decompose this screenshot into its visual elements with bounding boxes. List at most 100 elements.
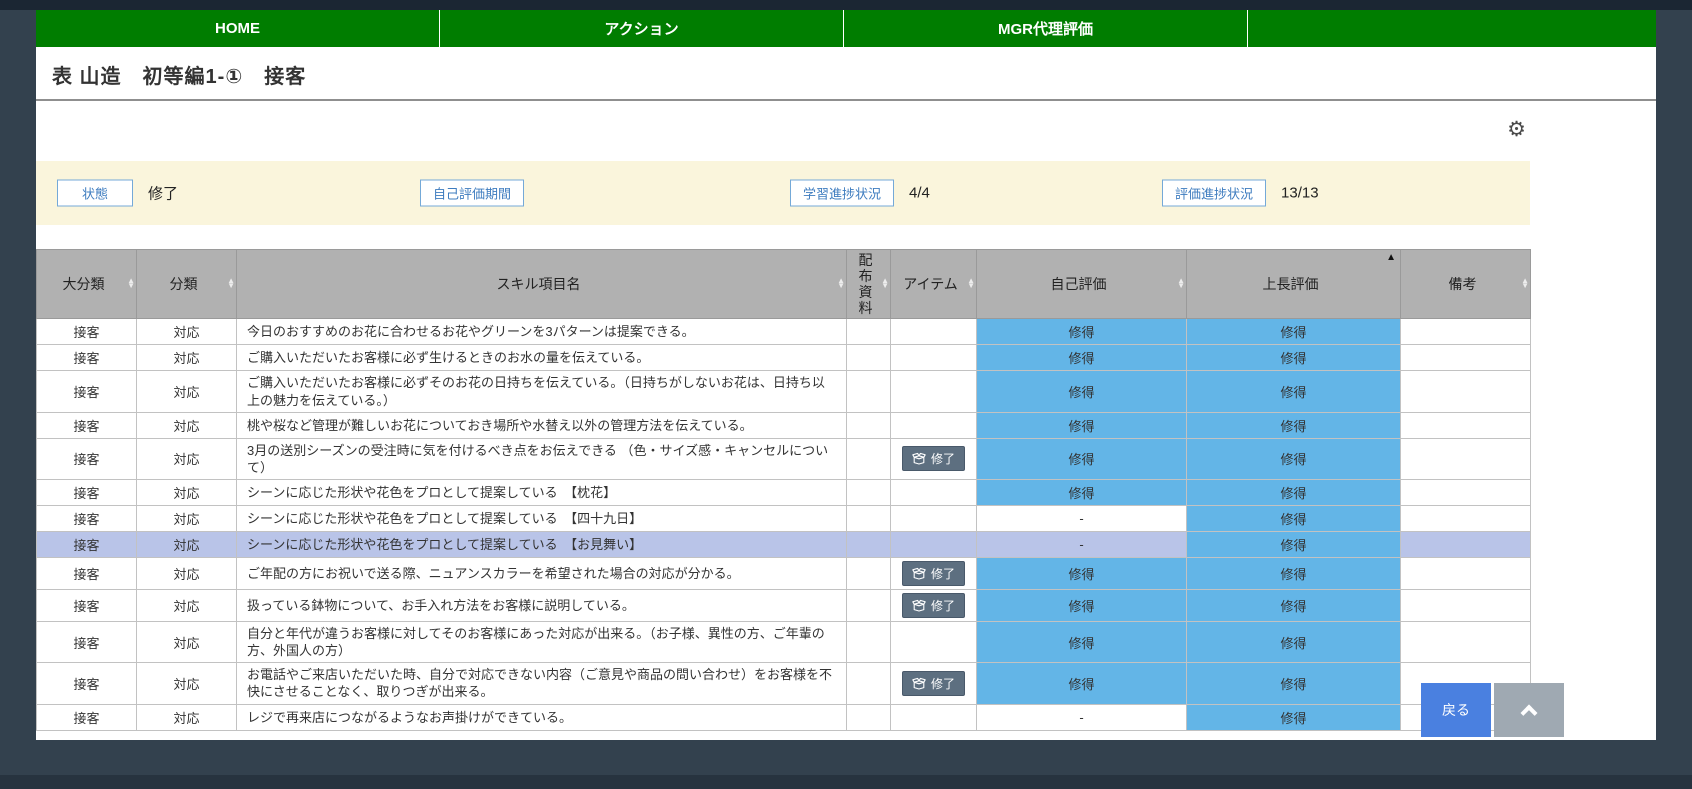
scroll-top-button[interactable] — [1494, 683, 1564, 737]
skill-table: 大分類 ▲ ▼ 分類 ▲ ▼ スキル項目名 ▲ ▼ 配布資料 ▲ ▼ アイテム ▲ ▼ 自己評価 ▲ ▼ 上長評価 ▲… — [36, 248, 1531, 731]
column-header-label: 自己評価 — [1050, 276, 1107, 293]
cell-skill-name: 3月の送別シーズンの受注時に気を付けるべき点をお伝えできる （色・サイズ感・キャ… — [236, 437, 847, 481]
column-header-1[interactable]: 分類 ▲ ▼ — [136, 248, 237, 320]
cell-self-eval: 修得 — [976, 557, 1187, 590]
item-button-label: 修了 — [930, 567, 955, 581]
cell-item — [890, 318, 977, 346]
cell-remarks — [1400, 479, 1531, 506]
table-row[interactable]: 接客 対応 レジで再来店につながるようなお声掛けができている。 - 修得 — [36, 703, 1531, 731]
cell-skill-name: ご購入いただいたお客様に必ず生けるときのお水の量を伝えている。 — [236, 344, 847, 372]
sort-ascending-icon: ▲ — [1386, 252, 1396, 263]
cell-remarks — [1400, 557, 1531, 590]
cell-major-category: 接客 — [36, 479, 137, 506]
back-button[interactable]: 戻る — [1421, 683, 1491, 737]
cell-skill-name: 今日のおすすめのお花に合わせるお花やグリーンを3パターンは提案できる。 — [236, 318, 847, 346]
bottom-strip — [0, 775, 1692, 789]
cell-major-category: 接客 — [36, 589, 137, 622]
cell-category: 対応 — [136, 479, 237, 506]
cell-manager-eval: 修得 — [1186, 620, 1401, 664]
cell-remarks — [1400, 437, 1531, 481]
cell-handout — [846, 411, 891, 439]
item-button-label: 修了 — [930, 676, 955, 691]
column-header-5[interactable]: 自己評価 ▲ ▼ — [976, 248, 1187, 320]
column-header-2[interactable]: スキル項目名 ▲ ▼ — [236, 248, 847, 320]
cell-item: 修了 — [890, 662, 977, 705]
item-box-icon — [912, 453, 926, 465]
cell-category: 対応 — [136, 370, 237, 413]
cell-manager-eval: 修得 — [1186, 505, 1401, 532]
cell-category: 対応 — [136, 505, 237, 532]
gear-icon[interactable]: ⚙ — [1507, 119, 1526, 140]
cell-skill-name: 桃や桜など管理が難しいお花についておき場所や水替え以外の管理方法を伝えている。 — [236, 411, 847, 439]
cell-remarks — [1400, 411, 1531, 439]
table-row[interactable]: 接客 対応 自分と年代が違うお客様に対してそのお客様にあった対応が出来る。（お子様、… — [36, 620, 1531, 664]
item-complete-button[interactable]: 修了 — [901, 446, 965, 472]
cell-remarks — [1400, 620, 1531, 664]
cell-skill-name: お電話やご来店いただいた時、自分で対応できない内容（ご意見や商品の問い合わせ）を… — [236, 662, 847, 705]
column-header-label: 配布資料 — [858, 252, 873, 317]
cell-self-eval: 修得 — [976, 370, 1187, 413]
cell-self-eval: 修得 — [976, 437, 1187, 481]
cell-manager-eval: 修得 — [1186, 662, 1401, 705]
table-row[interactable]: 接客 対応 シーンに応じた形状や花色をプロとして提案している 【お見舞い】 - 修得 — [36, 531, 1531, 558]
table-header-row: 大分類 ▲ ▼ 分類 ▲ ▼ スキル項目名 ▲ ▼ 配布資料 ▲ ▼ アイテム ▲ ▼ 自己評価 ▲ ▼ 上長評価 ▲… — [36, 248, 1531, 320]
cell-item — [890, 703, 977, 731]
sort-both-icon: ▲ ▼ — [1521, 276, 1529, 291]
nav-item-action[interactable]: アクション — [440, 10, 844, 47]
cell-self-eval: 修得 — [976, 318, 1187, 346]
cell-handout — [846, 557, 891, 590]
sort-both-icon: ▲ ▼ — [881, 276, 889, 291]
cell-self-eval: - — [976, 505, 1187, 532]
table-row[interactable]: 接客 対応 ご年配の方にお祝いで送る際、ニュアンスカラーを希望された場合の対応が分か… — [36, 557, 1531, 590]
column-header-label: スキル項目名 — [496, 276, 581, 293]
column-header-3[interactable]: 配布資料 ▲ ▼ — [846, 248, 891, 320]
table-row[interactable]: 接客 対応 ご購入いただいたお客様に必ず生けるときのお水の量を伝えている。 修得 修得 — [36, 344, 1531, 372]
cell-remarks — [1400, 505, 1531, 532]
cell-manager-eval: 修得 — [1186, 411, 1401, 439]
table-row[interactable]: 接客 対応 シーンに応じた形状や花色をプロとして提案している 【四十九日】 - 修得 — [36, 505, 1531, 532]
status-bar: 状態 修了 自己評価期間 学習進捗状況 4/4 評価進捗状況 13/13 — [36, 161, 1530, 225]
table-row[interactable]: 接客 対応 3月の送別シーズンの受注時に気を付けるべき点をお伝えできる （色・サイズ… — [36, 437, 1531, 481]
item-complete-button[interactable]: 修了 — [901, 593, 965, 618]
table-row[interactable]: 接客 対応 今日のおすすめのお花に合わせるお花やグリーンを3パターンは提案できる。 修… — [36, 318, 1531, 346]
nav-item-mgr-proxy-eval[interactable]: MGR代理評価 — [844, 10, 1248, 47]
cell-item — [890, 370, 977, 413]
cell-manager-eval: 修得 — [1186, 344, 1401, 372]
cell-skill-name: ご年配の方にお祝いで送る際、ニュアンスカラーを希望された場合の対応が分かる。 — [236, 557, 847, 590]
main-nav: HOME アクション MGR代理評価 — [36, 10, 1656, 47]
column-header-6[interactable]: 上長評価 ▲ — [1186, 248, 1401, 320]
column-header-4[interactable]: アイテム ▲ ▼ — [890, 248, 977, 320]
column-header-7[interactable]: 備考 ▲ ▼ — [1400, 248, 1531, 320]
table-row[interactable]: 接客 対応 お電話やご来店いただいた時、自分で対応できない内容（ご意見や商品の問い合… — [36, 662, 1531, 705]
table-row[interactable]: 接客 対応 シーンに応じた形状や花色をプロとして提案している 【枕花】 修得 修得 — [36, 479, 1531, 506]
cell-category: 対応 — [136, 662, 237, 705]
item-complete-button[interactable]: 修了 — [901, 561, 965, 586]
column-header-0[interactable]: 大分類 ▲ ▼ — [36, 248, 137, 320]
cell-manager-eval: 修得 — [1186, 437, 1401, 481]
cell-category: 対応 — [136, 318, 237, 346]
cell-skill-name: シーンに応じた形状や花色をプロとして提案している 【枕花】 — [236, 479, 847, 506]
eval-progress-value: 13/13 — [1281, 184, 1319, 202]
cell-major-category: 接客 — [36, 557, 137, 590]
status-group: 状態 修了 — [57, 179, 178, 207]
cell-remarks — [1400, 318, 1531, 346]
item-complete-button[interactable]: 修了 — [901, 670, 965, 696]
column-header-label: 上長評価 — [1262, 276, 1319, 293]
cell-item — [890, 505, 977, 532]
toolbar-row: ⚙ — [36, 101, 1656, 161]
cell-manager-eval: 修得 — [1186, 703, 1401, 731]
table-row[interactable]: 接客 対応 桃や桜など管理が難しいお花についておき場所や水替え以外の管理方法を伝えて… — [36, 411, 1531, 439]
cell-manager-eval: 修得 — [1186, 589, 1401, 622]
cell-manager-eval: 修得 — [1186, 318, 1401, 346]
nav-item-home[interactable]: HOME — [36, 10, 440, 47]
cell-handout — [846, 344, 891, 372]
table-row[interactable]: 接客 対応 扱っている鉢物について、お手入れ方法をお客様に説明している。 修了 修得 修得 — [36, 589, 1531, 622]
cell-skill-name: シーンに応じた形状や花色をプロとして提案している 【お見舞い】 — [236, 531, 847, 558]
cell-major-category: 接客 — [36, 437, 137, 481]
column-header-label: 大分類 — [62, 276, 105, 293]
title-row: 表 山造 初等編1-① 接客 — [36, 47, 1656, 101]
cell-category: 対応 — [136, 437, 237, 481]
cell-item — [890, 479, 977, 506]
table-row[interactable]: 接客 対応 ご購入いただいたお客様に必ずそのお花の日持ちを伝えている。（日持ちがしな… — [36, 370, 1531, 413]
cell-major-category: 接客 — [36, 370, 137, 413]
